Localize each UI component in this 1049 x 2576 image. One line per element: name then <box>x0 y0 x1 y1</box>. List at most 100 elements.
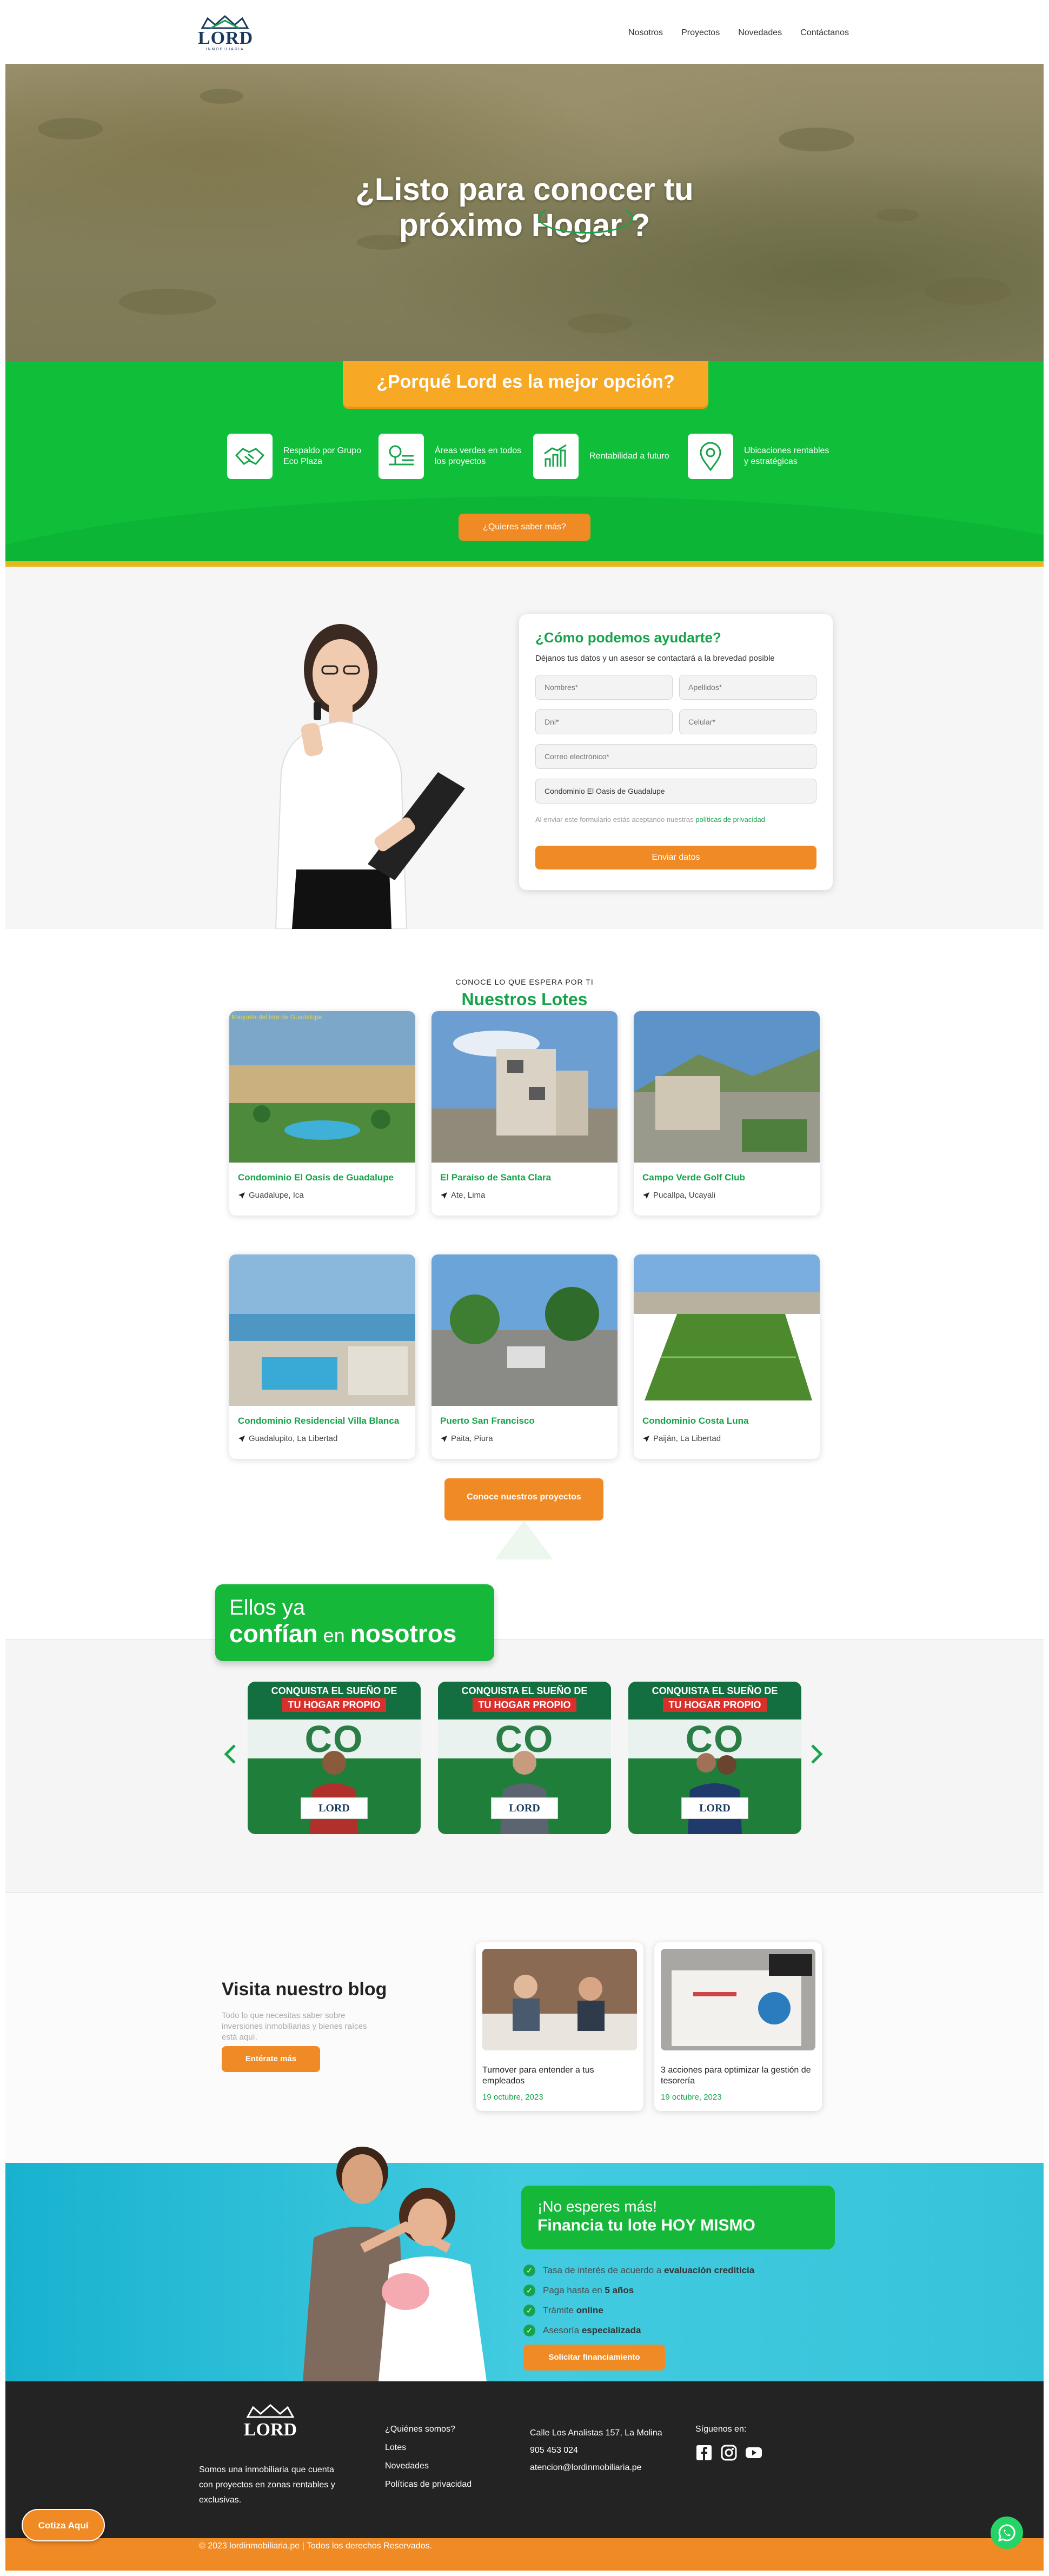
facebook-icon[interactable] <box>695 2444 713 2461</box>
phone-input[interactable] <box>679 709 816 734</box>
card-sign: LORD <box>301 1797 368 1819</box>
dni-input[interactable] <box>535 709 673 734</box>
lot-image <box>229 1011 415 1163</box>
blog-post-title: 3 acciones para optimizar la gestión de … <box>661 2066 811 2086</box>
check-icon: ✓ <box>523 2324 535 2336</box>
page: LORD INMOBILIARIA Nosotros Proyectos Nov… <box>5 5 1044 2571</box>
footer-phone[interactable]: 905 453 024 <box>530 2442 665 2459</box>
consultant-photo <box>275 624 465 929</box>
navigation-arrow-icon <box>238 1192 245 1199</box>
learn-more-button[interactable]: ¿Quieres saber más? <box>459 514 590 541</box>
lot-image <box>431 1254 618 1406</box>
carousel-next-arrow[interactable] <box>809 1743 825 1765</box>
footer-logo-text: LORD <box>243 2420 297 2440</box>
yellow-stripe <box>5 561 1044 567</box>
footer: LORD Somos una inmobiliaria que cuenta c… <box>5 2381 1044 2538</box>
lot-location-text: Ate, Lima <box>451 1191 486 1200</box>
testimonial-card[interactable]: CONQUISTA EL SUEÑO DE TU HOGAR PROPIO CO … <box>248 1682 421 1834</box>
footer-email[interactable]: atencion@lordinmobiliaria.pe <box>530 2459 665 2477</box>
project-select[interactable]: Condominio El Oasis de Guadalupe <box>535 779 816 804</box>
trust-word-1: confían <box>229 1619 318 1648</box>
email-input[interactable] <box>535 744 816 769</box>
feature-text: Respaldo por Grupo Eco Plaza <box>283 446 362 466</box>
privacy-notice: Al enviar este formulario estás aceptand… <box>535 815 806 824</box>
lot-location: Guadalupe, Ica <box>238 1191 304 1200</box>
lot-card[interactable]: Puerto San Francisco Paita, Piura <box>431 1254 618 1459</box>
feature-item: Respaldo por Grupo Eco Plaza <box>227 434 373 479</box>
benefit-text: Asesoría <box>543 2325 582 2335</box>
footer-link-lots[interactable]: Lotes <box>385 2439 472 2457</box>
blog-more-button[interactable]: Entérate más <box>222 2046 320 2072</box>
lot-name: Condominio El Oasis de Guadalupe <box>238 1172 394 1183</box>
trust-line-1: Ellos ya <box>229 1596 306 1619</box>
lot-name: Campo Verde Golf Club <box>642 1172 745 1183</box>
trust-heading: Ellos ya confían en nosotros <box>215 1584 494 1661</box>
financing-benefits: ✓ Tasa de interés de acuerdo a evaluación… <box>523 2260 754 2340</box>
customer-photo <box>688 1753 742 1834</box>
navigation-arrow-icon <box>441 1435 447 1442</box>
nav-contactanos[interactable]: Contáctanos <box>800 28 849 38</box>
lot-location: Paita, Piura <box>440 1434 493 1443</box>
nav-proyectos[interactable]: Proyectos <box>681 28 720 38</box>
testimonials-section: Ellos ya confían en nosotros CONQUISTA E… <box>5 1584 1044 1893</box>
submit-button[interactable]: Enviar datos <box>535 846 816 869</box>
nav-nosotros[interactable]: Nosotros <box>628 28 663 38</box>
privacy-policy-link[interactable]: políticas de privacidad <box>695 815 765 824</box>
carousel-prev-arrow[interactable] <box>222 1743 238 1765</box>
benefit-item: ✓ Paga hasta en 5 años <box>523 2280 754 2300</box>
whatsapp-icon <box>998 2524 1015 2542</box>
logo[interactable]: LORD INMOBILIARIA <box>198 15 254 58</box>
lot-card[interactable]: Condominio Costa Luna Paiján, La Liberta… <box>634 1254 820 1459</box>
customer-photo <box>310 1751 358 1834</box>
lot-card[interactable]: El Paraíso de Santa Clara Ate, Lima <box>431 1011 618 1216</box>
trust-word-2: en <box>317 1624 350 1646</box>
hero-banner: ¿Listo para conocer tu próximo Hogar ? <box>5 64 1044 361</box>
blog-post-card[interactable]: Turnover para entender a tus empleados 1… <box>476 1942 643 2111</box>
card-headline: CONQUISTA EL SUEÑO DE TU HOGAR PROPIO <box>628 1682 801 1719</box>
lot-location-text: Guadalupito, La Libertad <box>249 1434 338 1443</box>
lot-card[interactable]: Campo Verde Golf Club Pucallpa, Ucayali <box>634 1011 820 1216</box>
feature-text: Ubicaciones rentables y estratégicas <box>744 446 829 466</box>
tree-lot-icon <box>379 434 424 479</box>
lot-image <box>634 1254 820 1400</box>
projects-button[interactable]: Conoce nuestros proyectos <box>444 1478 603 1521</box>
benefit-highlight: 5 años <box>605 2285 634 2295</box>
why-lord-section: ¿Porqué Lord es la mejor opción? Respald… <box>5 361 1044 567</box>
social-title: Síguenos en: <box>695 2425 747 2434</box>
lot-name: El Paraíso de Santa Clara <box>440 1172 552 1183</box>
last-name-input[interactable] <box>679 675 816 700</box>
footer-logo[interactable]: LORD <box>243 2404 297 2439</box>
check-icon: ✓ <box>523 2304 535 2316</box>
nav-novedades[interactable]: Novedades <box>738 28 782 38</box>
main-nav: Nosotros Proyectos Novedades Contáctanos <box>628 28 849 38</box>
lot-card[interactable]: Condominio Residencial Villa Blanca Guad… <box>229 1254 415 1459</box>
form-title: ¿Cómo podemos ayudarte? <box>535 629 721 646</box>
testimonial-card[interactable]: CONQUISTA EL SUEÑO DE TU HOGAR PROPIO CO … <box>628 1682 801 1834</box>
card-sign: LORD <box>681 1797 748 1819</box>
footer-link-news[interactable]: Novedades <box>385 2457 472 2475</box>
lot-location-text: Pucallpa, Ucayali <box>653 1191 716 1200</box>
crown-icon <box>201 15 249 29</box>
quote-floating-button[interactable]: Cotiza Aquí <box>22 2509 105 2541</box>
testimonial-card[interactable]: CONQUISTA EL SUEÑO DE TU HOGAR PROPIO CO … <box>438 1682 611 1834</box>
blog-post-card[interactable]: 3 acciones para optimizar la gestión de … <box>654 1942 822 2111</box>
blog-post-date: 19 octubre, 2023 <box>661 2093 722 2102</box>
whatsapp-button[interactable] <box>991 2517 1023 2549</box>
decorative-triangle <box>495 1521 553 1559</box>
footer-link-about[interactable]: ¿Quiénes somos? <box>385 2420 472 2439</box>
youtube-icon[interactable] <box>745 2444 762 2461</box>
contact-section: ¿Cómo podemos ayudarte? Déjanos tus dato… <box>5 567 1044 929</box>
first-name-input[interactable] <box>535 675 673 700</box>
copyright-text: © 2023 lordinmobiliaria.pe | Todos los d… <box>199 2541 432 2551</box>
blog-post-image <box>661 1949 815 2050</box>
crown-icon <box>246 2404 295 2418</box>
instagram-icon[interactable] <box>720 2444 738 2461</box>
benefit-text: Paga hasta en <box>543 2285 605 2295</box>
logo-text: LORD <box>198 28 254 48</box>
request-financing-button[interactable]: Solicitar financiamiento <box>523 2345 665 2371</box>
lots-pretitle: CONOCE LO QUE ESPERA POR TI <box>455 978 594 986</box>
hero-underline-swoosh <box>538 202 633 234</box>
footer-link-privacy[interactable]: Políticas de privacidad <box>385 2475 472 2494</box>
lot-card[interactable]: Maqueta del lote de Guadalupe Condominio… <box>229 1011 415 1216</box>
check-icon: ✓ <box>523 2284 535 2296</box>
